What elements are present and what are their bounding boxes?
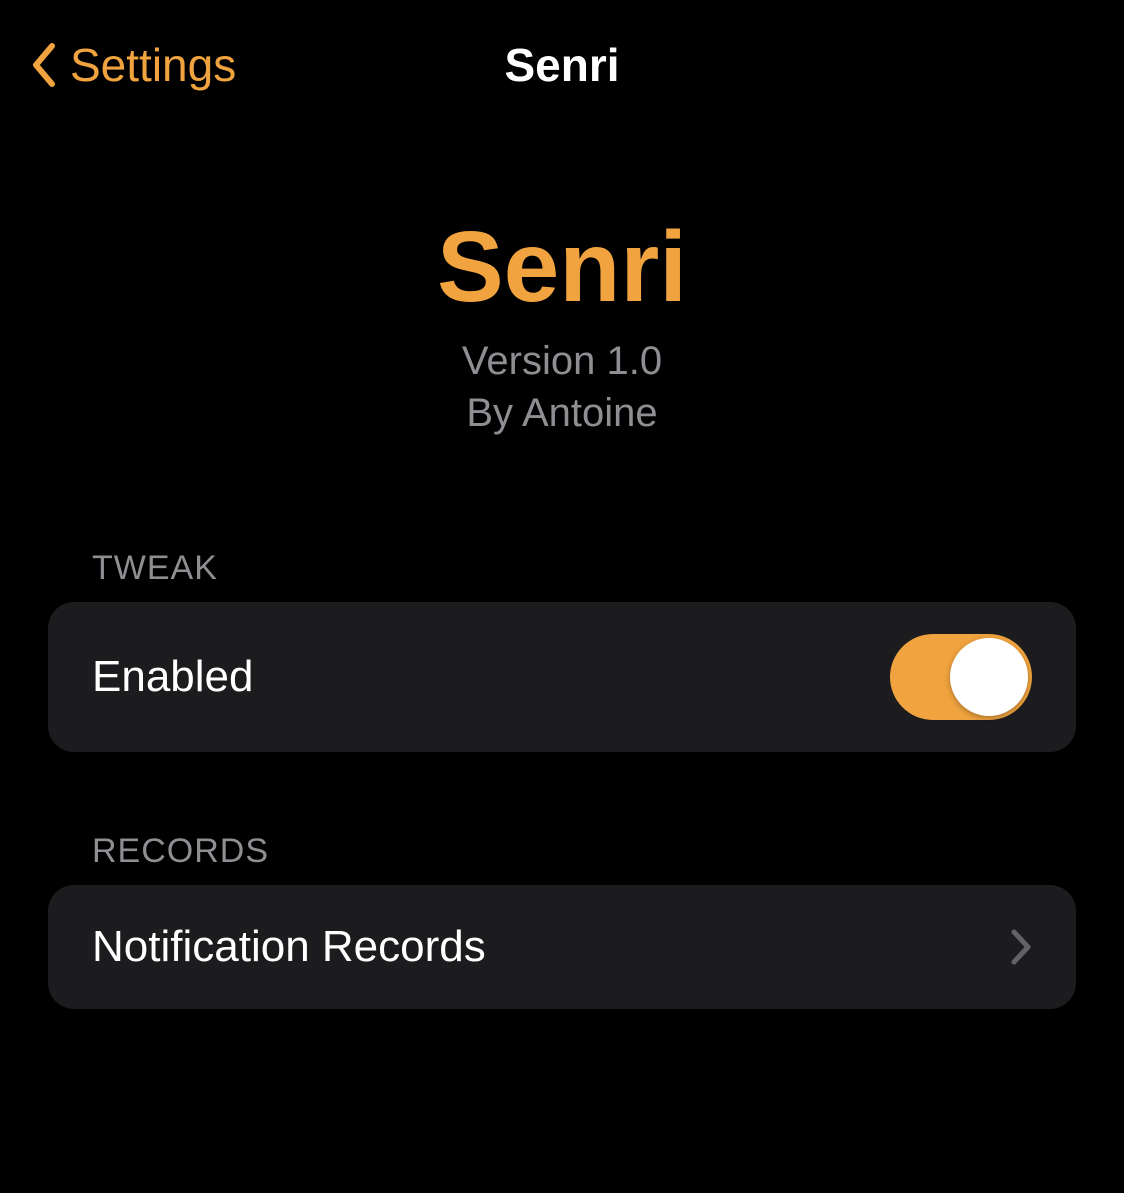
section-header-records: RECORDS (48, 832, 1076, 885)
notification-records-cell[interactable]: Notification Records (48, 885, 1076, 1009)
notification-records-label: Notification Records (92, 922, 486, 972)
records-cell-group: Notification Records (48, 885, 1076, 1009)
back-button[interactable]: Settings (30, 38, 236, 92)
chevron-right-icon (1010, 928, 1032, 966)
hero-author: By Antoine (0, 387, 1124, 439)
enabled-toggle[interactable] (890, 634, 1032, 720)
section-header-tweak: TWEAK (48, 549, 1076, 602)
toggle-knob (950, 638, 1028, 716)
tweak-section: TWEAK Enabled (0, 549, 1124, 752)
records-section: RECORDS Notification Records (0, 832, 1124, 1009)
enabled-cell: Enabled (48, 602, 1076, 752)
tweak-cell-group: Enabled (48, 602, 1076, 752)
hero-version: Version 1.0 (0, 335, 1124, 387)
enabled-label: Enabled (92, 652, 253, 702)
chevron-left-icon (30, 42, 58, 88)
hero-title: Senri (0, 210, 1124, 325)
navigation-bar: Settings Senri (0, 0, 1124, 120)
hero-section: Senri Version 1.0 By Antoine (0, 120, 1124, 549)
back-label: Settings (70, 38, 236, 92)
page-title: Senri (504, 38, 619, 92)
